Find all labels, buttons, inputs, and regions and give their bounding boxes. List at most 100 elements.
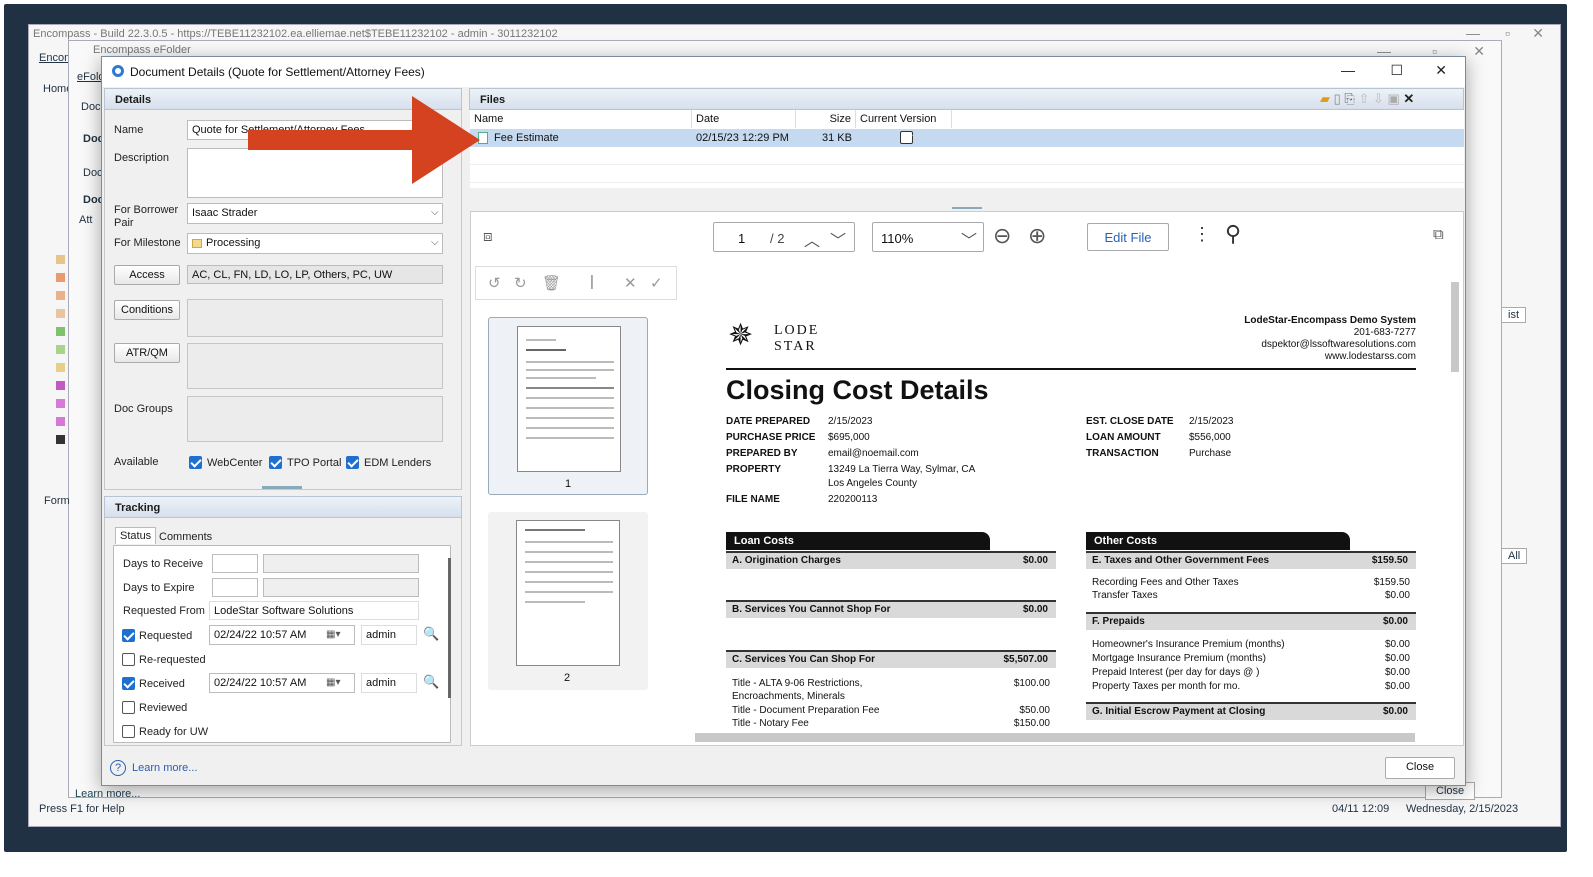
toggle-sidebar-icon[interactable]: ⧈ [483, 228, 493, 245]
thumbnail-image-2 [516, 520, 620, 666]
document-icon[interactable]: ▯ [1334, 91, 1341, 106]
tracking-header: Tracking [104, 496, 462, 518]
conditions-button[interactable]: Conditions [114, 300, 180, 320]
redo-icon[interactable]: ↻ [514, 274, 527, 292]
move-up-icon[interactable]: ⇧ [1358, 91, 1369, 106]
search-icon[interactable]: ⚲ [1225, 221, 1241, 247]
col-current-version[interactable]: Current Version [856, 110, 952, 128]
cancel-icon[interactable]: ✕ [624, 274, 637, 292]
trash-icon[interactable]: 🗑 [542, 274, 561, 292]
days-receive-field[interactable] [212, 554, 258, 573]
borrower-select[interactable]: Isaac Strader [187, 203, 443, 224]
edm-lenders-label: EDM Lenders [364, 457, 432, 469]
company-website: www.lodestarss.com [1324, 351, 1416, 362]
col-size[interactable]: Size [796, 110, 856, 128]
search-icon[interactable]: 🔍 [423, 626, 439, 642]
reviewed-checkbox[interactable] [122, 701, 135, 714]
dialog-maximize-icon[interactable]: ☐ [1390, 62, 1403, 79]
efolder-help-link[interactable]: Learn more... [75, 788, 140, 800]
confirm-icon[interactable]: ✓ [650, 274, 663, 292]
close-button[interactable]: Close [1385, 757, 1455, 779]
close-icon[interactable]: ✕ [1532, 25, 1544, 42]
requested-from-field[interactable]: LodeStar Software Solutions [209, 601, 419, 620]
page-down-icon[interactable]: ﹀ [830, 227, 846, 251]
logo-line1: LODE [774, 323, 820, 338]
learn-more-link[interactable]: Learn more... [132, 762, 197, 774]
info-key: FILE NAME [726, 494, 780, 505]
line-item-label: Title - Notary Fee [732, 718, 809, 729]
dialog-minimize-icon[interactable]: — [1341, 62, 1355, 78]
access-button[interactable]: Access [114, 265, 180, 285]
open-folder-icon[interactable]: ▰ [1320, 91, 1330, 106]
thumbnail-page-2[interactable]: 2 [488, 512, 648, 690]
tab-comments[interactable]: Comments [157, 529, 214, 545]
zoom-in-icon[interactable]: ⊕ [1028, 223, 1046, 249]
attach-icon[interactable]: ⎘ [1344, 91, 1354, 106]
viewer-vertical-scrollbar[interactable] [1451, 282, 1459, 372]
bg-list-button[interactable]: ist [1501, 307, 1526, 323]
docgroups-area [187, 396, 443, 442]
help-icon[interactable]: ? [110, 760, 126, 776]
ready-uw-checkbox[interactable] [122, 725, 135, 738]
col-date[interactable]: Date [692, 110, 796, 128]
milestone-select[interactable]: Processing [187, 233, 443, 254]
atrqm-button[interactable]: ATR/QM [114, 343, 180, 363]
bg-all-button[interactable]: All [1501, 548, 1528, 564]
col-name[interactable]: Name [470, 110, 692, 128]
line-item-label: Transfer Taxes [1092, 590, 1158, 601]
export-icon[interactable]: ▣ [1388, 91, 1400, 106]
status-time: 04/11 12:09 [1332, 803, 1390, 815]
splitter-handle[interactable] [262, 486, 302, 489]
received-user-field[interactable]: admin [361, 673, 417, 693]
tracking-scrollbar[interactable] [448, 558, 451, 698]
thumbnail-page-1[interactable]: 1 [488, 317, 648, 495]
delete-icon[interactable]: ✕ [1403, 91, 1414, 106]
days-expire-field[interactable] [212, 578, 258, 597]
calendar-icon[interactable]: ▦▾ [326, 677, 340, 688]
zoom-select[interactable]: 110% ﹀ [872, 222, 984, 252]
dialog-title: Document Details (Quote for Settlement/A… [130, 65, 425, 79]
dialog-close-icon[interactable]: ✕ [1435, 62, 1447, 79]
edm-lenders-checkbox[interactable] [346, 456, 359, 469]
reviewed-label: Reviewed [139, 702, 188, 714]
table-row[interactable]: Fee Estimate 02/15/23 12:29 PM 31 KB [470, 129, 1464, 147]
page-current[interactable]: 1 [738, 231, 745, 246]
line-item-label: Mortgage Insurance Premium (months) [1092, 653, 1266, 664]
current-version-checkbox[interactable] [900, 131, 913, 144]
comments-icon[interactable]: ⧉ [1433, 226, 1444, 243]
document-title: Closing Cost Details [726, 375, 989, 405]
line-item-label: Homeowner's Insurance Premium (months) [1092, 639, 1285, 650]
section-a-label: A. Origination Charges [732, 555, 841, 566]
page-up-icon[interactable]: ︿ [804, 227, 820, 251]
line-item-amount: $150.00 [1013, 718, 1050, 729]
maximize-icon[interactable]: ▫ [1505, 25, 1510, 41]
pdf-page: ✵ LODE STAR LodeStar-Encompass Demo Syst… [692, 281, 1448, 731]
efolder-tab-doc[interactable]: Doc [81, 101, 101, 113]
line-item-amount: $0.00 [1384, 590, 1410, 601]
empty-row [470, 165, 1464, 183]
name-label: Name [114, 124, 144, 136]
tpo-portal-checkbox[interactable] [269, 456, 282, 469]
requested-checkbox[interactable] [122, 629, 135, 642]
received-checkbox[interactable] [122, 677, 135, 690]
received-label: Received [139, 678, 185, 690]
calendar-icon[interactable]: ▦▾ [326, 629, 340, 640]
rerequested-checkbox[interactable] [122, 653, 135, 666]
more-options-icon[interactable]: ⋮ [1193, 224, 1211, 245]
other-costs-header: Other Costs [1086, 532, 1350, 550]
viewer-horizontal-scrollbar[interactable] [695, 733, 1415, 742]
move-down-icon[interactable]: ⇩ [1373, 91, 1384, 106]
search-icon[interactable]: 🔍 [423, 674, 439, 690]
zoom-out-icon[interactable]: ⊖ [993, 223, 1011, 249]
efolder-window-title: Encompass eFolder [93, 44, 191, 56]
tab-status[interactable]: Status [115, 527, 157, 544]
requested-user-field[interactable]: admin [361, 625, 417, 645]
minimize-icon[interactable]: — [1466, 25, 1480, 41]
webcenter-checkbox[interactable] [189, 456, 202, 469]
edit-file-button[interactable]: Edit File [1087, 223, 1169, 251]
line-item-amount: $50.00 [1019, 705, 1050, 716]
files-splitter[interactable] [952, 207, 982, 209]
undo-icon[interactable]: ↺ [488, 274, 501, 292]
days-receive-label: Days to Receive [123, 558, 204, 570]
efolder-close-icon[interactable]: ✕ [1473, 43, 1485, 60]
